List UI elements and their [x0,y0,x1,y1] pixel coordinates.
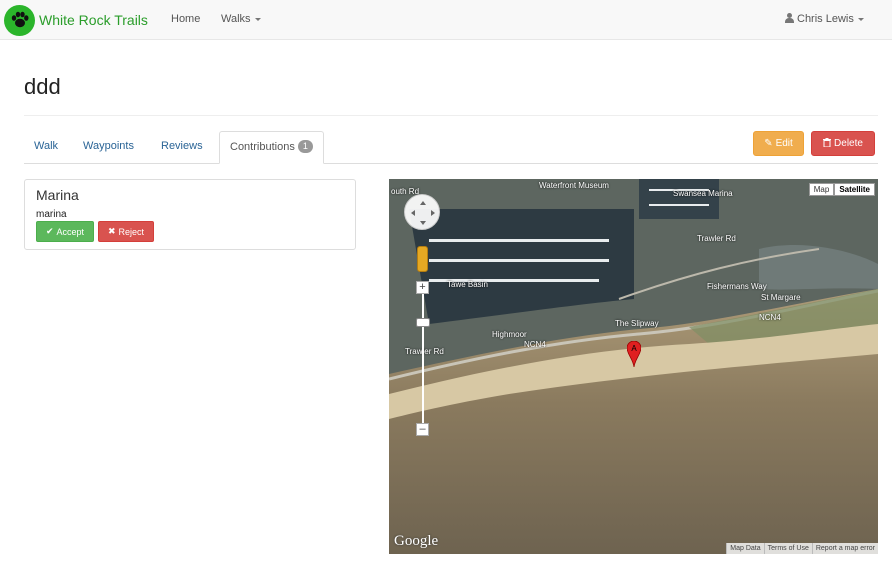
contribution-description: marina [36,209,67,220]
google-logo: Google [394,533,439,549]
pencil-icon: ✎ [764,138,773,149]
paw-icon [4,4,35,36]
map-type-satellite-button[interactable]: Satellite [834,183,875,196]
navbar: White Rock Trails Home Walks Chris Lewis [0,0,892,40]
zoom-out-button[interactable]: – [416,423,429,436]
caret-down-icon [857,17,864,21]
map-label: Tawe Basin [447,280,488,289]
map-footer: Map Data Terms of Use Report a map error [726,543,878,554]
map-pin-icon: A [626,340,642,368]
zoom-slider-track[interactable] [422,294,424,423]
map-marker[interactable]: A [626,340,642,372]
tab-reviews[interactable]: Reviews [151,131,213,164]
tab-contributions[interactable]: Contributions 1 [219,131,324,164]
pan-arrows-icon [411,201,435,225]
zoom-slider-thumb[interactable] [416,318,430,327]
nav-walks-label: Walks [221,13,251,25]
map-label: Waterfront Museum [539,181,609,190]
close-icon: ✖ [107,226,116,236]
reject-button[interactable]: ✖ Reject [98,221,154,242]
edit-label: Edit [775,138,793,149]
tab-label: Reviews [161,140,203,152]
accept-button[interactable]: ✔ Accept [36,221,94,242]
tab-label: Contributions [230,141,295,153]
nav-home-label: Home [171,13,201,25]
user-menu[interactable]: Chris Lewis [785,0,864,40]
contribution-panel: Marina marina ✔ Accept ✖ Reject [24,179,356,250]
divider [24,115,878,116]
accept-label: Accept [56,226,85,237]
map-label: Swansea Marina [673,189,733,198]
caret-down-icon [254,17,261,21]
user-name: Chris Lewis [797,13,854,25]
nav-home[interactable]: Home [171,0,200,40]
contribution-title: Marina [36,187,79,203]
trash-icon [823,137,832,150]
tab-label: Walk [34,140,59,152]
page-title: ddd [24,74,61,99]
edit-button[interactable]: ✎ Edit [753,131,804,156]
map-data-link[interactable]: Map Data [726,543,764,554]
tab-walk[interactable]: Walk [24,131,68,164]
count-badge: 1 [297,140,313,153]
map-type-control: Map Satellite [808,183,875,196]
brand-link[interactable]: White Rock Trails [4,4,148,36]
map-label: The Slipway [615,319,659,328]
tab-bar: Walk Waypoints Reviews Contributions 1 [24,131,878,164]
terms-of-use-link[interactable]: Terms of Use [763,543,812,554]
zoom-in-button[interactable]: + [416,281,429,294]
map-label: Highmoor [492,330,527,339]
map-label: Trawler Rd [697,234,736,243]
user-icon [785,13,794,23]
brand-name: White Rock Trails [39,12,148,28]
map-type-map-button[interactable]: Map [808,183,835,196]
reject-label: Reject [118,226,145,237]
map-label: NCN4 [759,313,781,322]
check-icon: ✔ [45,226,54,236]
map-label: NCN4 [524,340,546,349]
map-label: St Margare [761,293,801,302]
map-view[interactable]: Waterfront Museum Swansea Marina Tawe Ba… [389,179,878,554]
delete-label: Delete [834,138,863,149]
marker-label: A [631,344,637,353]
nav-walks-dropdown[interactable]: Walks [221,0,261,40]
map-label: Fishermans Way [707,282,767,291]
map-label: Trawler Rd [405,347,444,356]
tab-label: Waypoints [83,140,134,152]
street-view-pegman-icon[interactable] [417,246,428,272]
delete-button[interactable]: Delete [811,131,875,156]
report-map-error-link[interactable]: Report a map error [811,543,878,554]
tab-waypoints[interactable]: Waypoints [73,131,144,164]
pan-control[interactable] [404,194,440,230]
